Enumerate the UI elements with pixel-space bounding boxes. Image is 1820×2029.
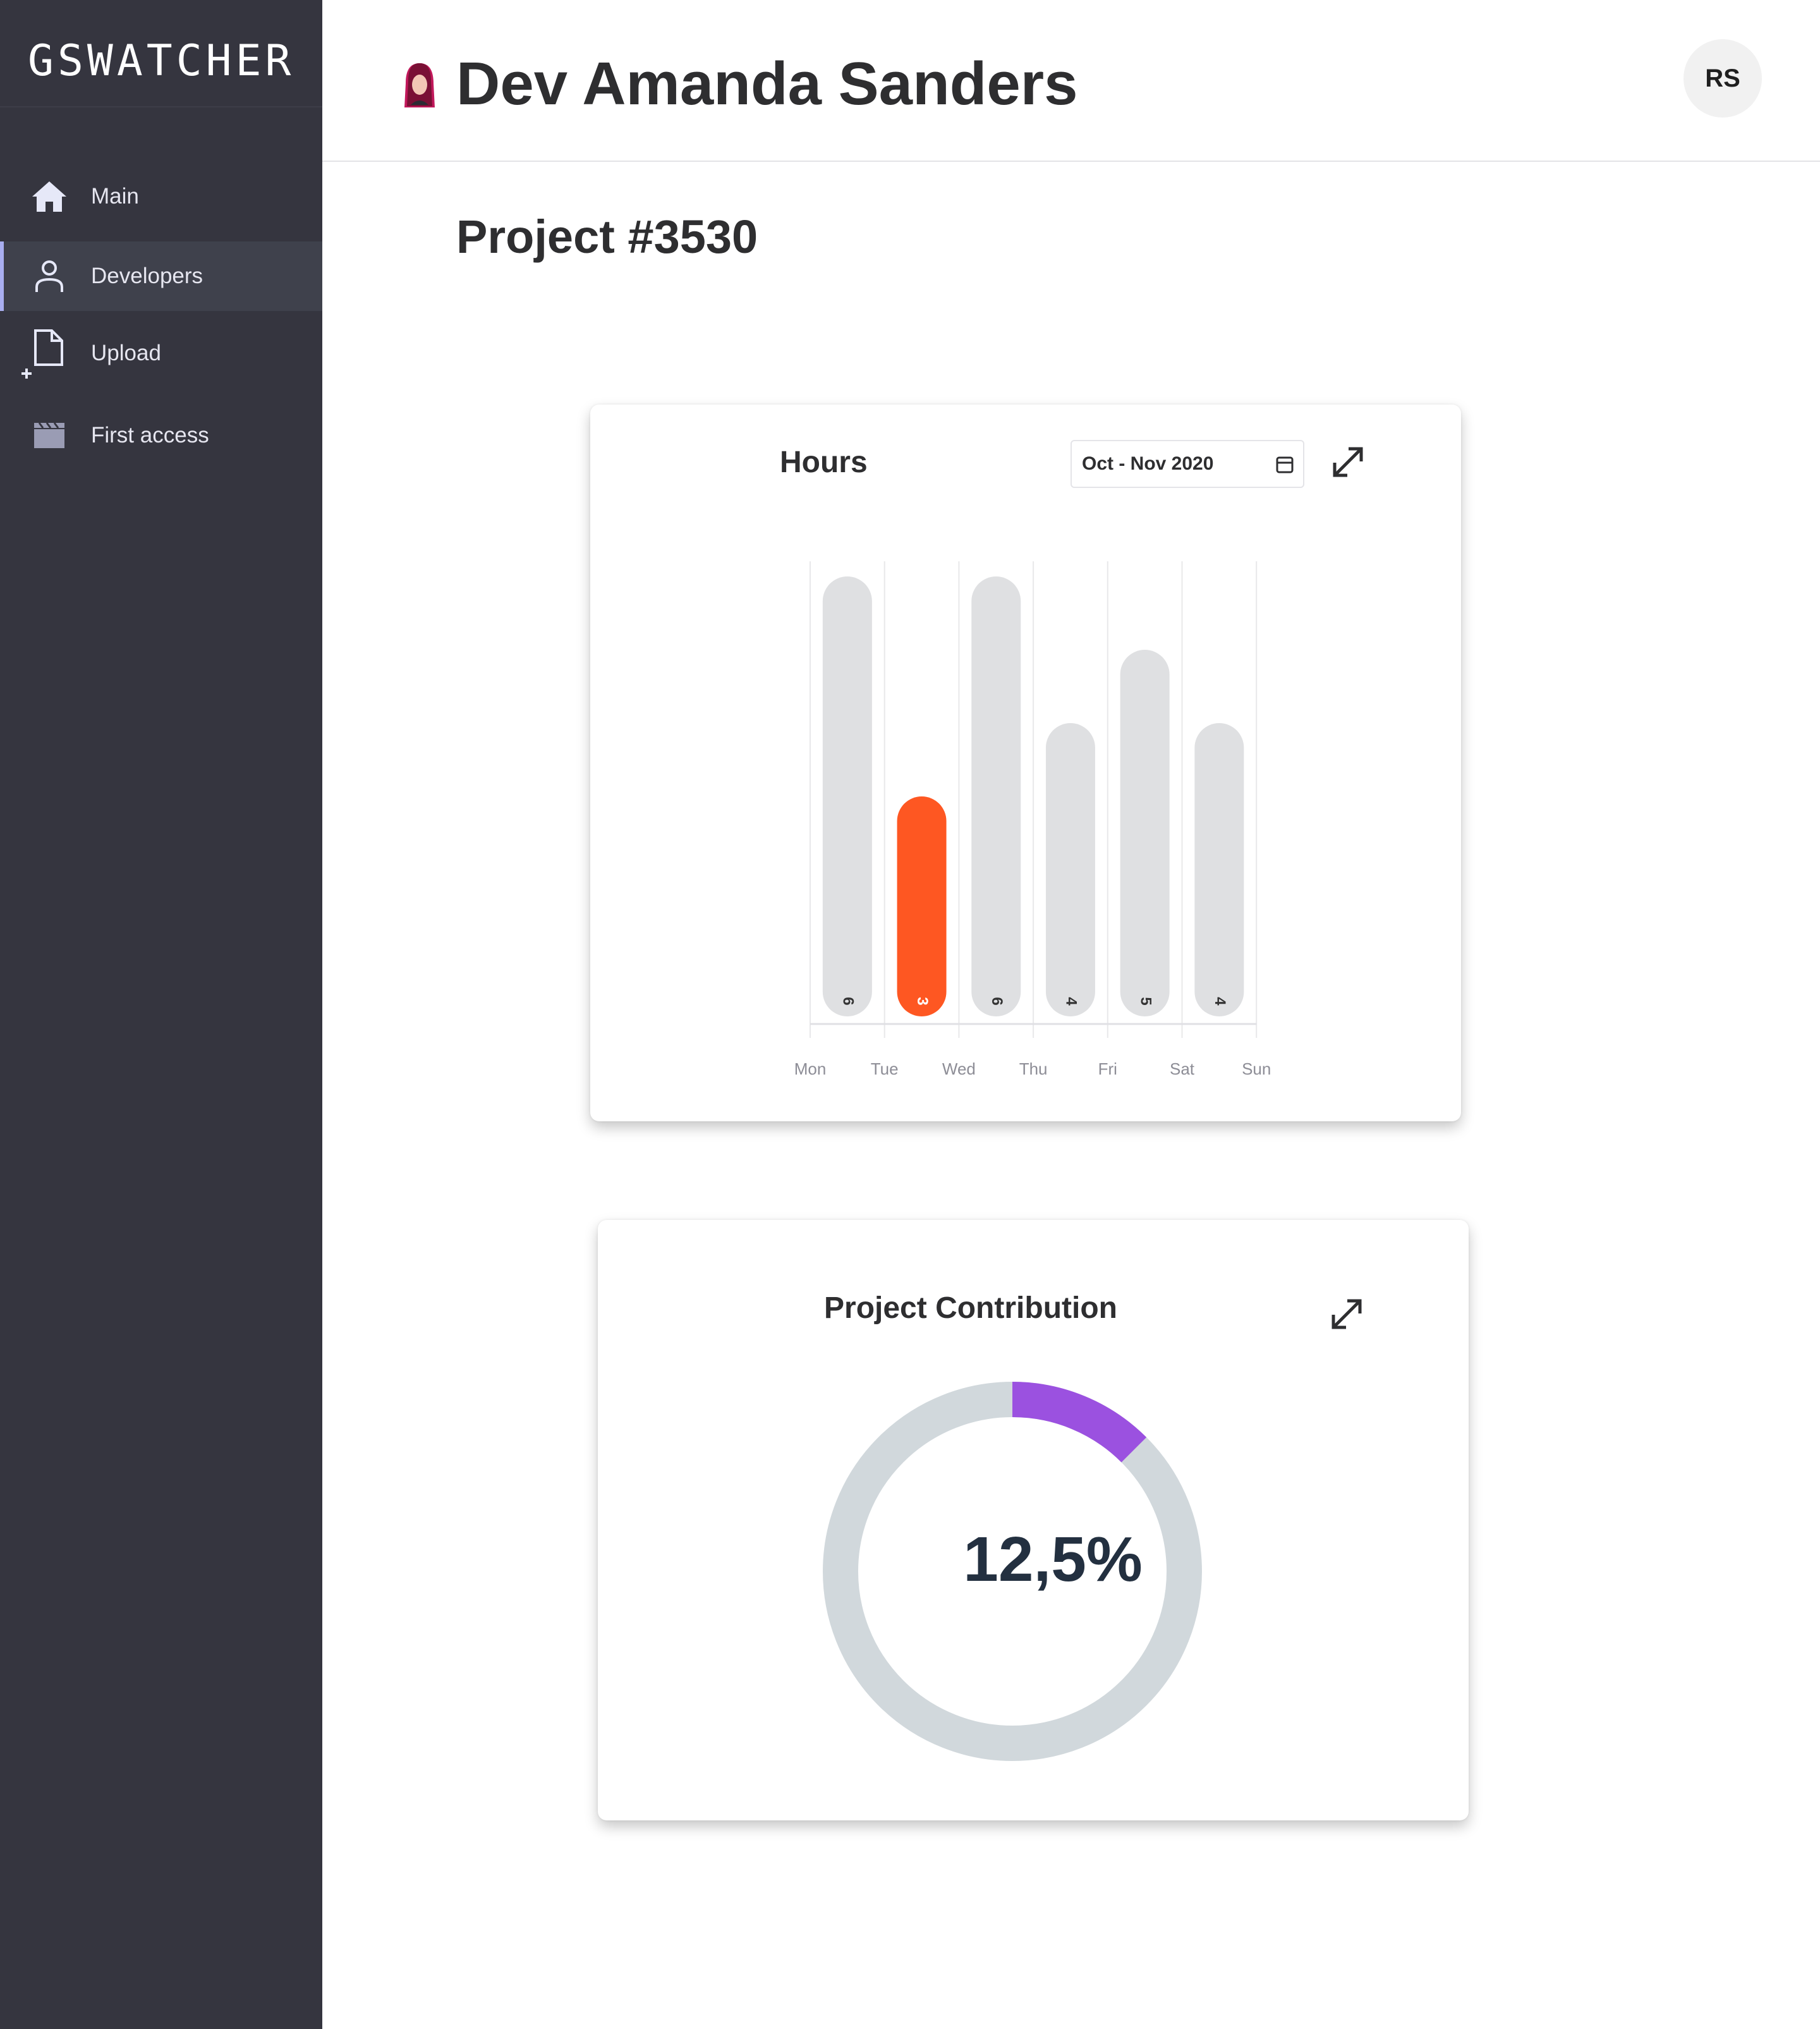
upload-file-icon bbox=[19, 328, 70, 379]
clapperboard-icon bbox=[29, 415, 70, 456]
expand-icon[interactable] bbox=[1331, 445, 1365, 479]
bar[interactable] bbox=[1120, 650, 1170, 1016]
sidebar: GSWATCHER Main Developers Upload First a… bbox=[0, 0, 322, 2029]
bar-value-label: 3 bbox=[914, 997, 931, 1005]
bar[interactable] bbox=[822, 576, 872, 1016]
sidebar-item-developers[interactable]: Developers bbox=[0, 241, 322, 311]
bar-value-label: 5 bbox=[1137, 997, 1154, 1005]
home-icon bbox=[29, 176, 70, 217]
sidebar-item-label: First access bbox=[91, 423, 209, 448]
user-icon bbox=[29, 256, 70, 296]
divider bbox=[0, 106, 322, 107]
calendar-icon bbox=[1275, 455, 1294, 474]
sidebar-item-main[interactable]: Main bbox=[0, 162, 322, 231]
date-range-picker[interactable]: Oct - Nov 2020 bbox=[1071, 440, 1304, 488]
hours-card-title: Hours bbox=[780, 446, 868, 479]
contribution-card: Project Contribution 12,5% bbox=[598, 1220, 1469, 1820]
bar-value-label: 4 bbox=[1211, 997, 1228, 1006]
app-logo: GSWATCHER bbox=[28, 36, 295, 86]
sidebar-item-upload[interactable]: Upload bbox=[0, 319, 322, 388]
x-tick-label: Sat bbox=[1170, 1059, 1195, 1078]
header: Dev Amanda Sanders RS bbox=[322, 0, 1820, 162]
x-tick-label: Mon bbox=[794, 1059, 827, 1078]
contribution-value: 12,5% bbox=[963, 1524, 1143, 1595]
developer-avatar bbox=[403, 62, 436, 110]
bar[interactable] bbox=[1045, 723, 1095, 1016]
x-tick-label: Sun bbox=[1242, 1059, 1271, 1078]
date-range-label: Oct - Nov 2020 bbox=[1082, 453, 1214, 474]
sidebar-item-label: Developers bbox=[91, 264, 203, 288]
hours-card: Mon Tue Wed Thu Fri Sat Sun 6 3 6 4 5 4 Hours Oct - … bbox=[590, 405, 1461, 1121]
user-avatar-button[interactable]: RS bbox=[1684, 39, 1762, 118]
x-tick-label: Fri bbox=[1098, 1059, 1117, 1078]
donut-slice bbox=[1012, 1382, 1147, 1463]
expand-icon[interactable] bbox=[1330, 1297, 1364, 1331]
x-tick-label: Wed bbox=[942, 1059, 976, 1078]
x-tick-label: Tue bbox=[871, 1059, 899, 1078]
bar-value-label: 4 bbox=[1063, 997, 1080, 1006]
sidebar-item-label: Upload bbox=[91, 341, 161, 365]
bar[interactable] bbox=[897, 796, 947, 1016]
bar[interactable] bbox=[971, 576, 1021, 1016]
x-tick-label: Thu bbox=[1019, 1059, 1048, 1078]
hours-bar-chart: Mon Tue Wed Thu Fri Sat Sun 6 3 6 4 5 4 bbox=[794, 561, 1271, 1078]
sidebar-item-first-access[interactable]: First access bbox=[0, 401, 322, 470]
project-title: Project #3530 bbox=[456, 210, 758, 263]
contribution-card-title: Project Contribution bbox=[824, 1291, 1117, 1325]
bar[interactable] bbox=[1194, 723, 1244, 1016]
bar-value-label: 6 bbox=[988, 997, 1005, 1005]
bar-value-label: 6 bbox=[840, 997, 857, 1005]
sidebar-item-label: Main bbox=[91, 184, 139, 209]
page-title: Dev Amanda Sanders bbox=[456, 50, 1078, 118]
